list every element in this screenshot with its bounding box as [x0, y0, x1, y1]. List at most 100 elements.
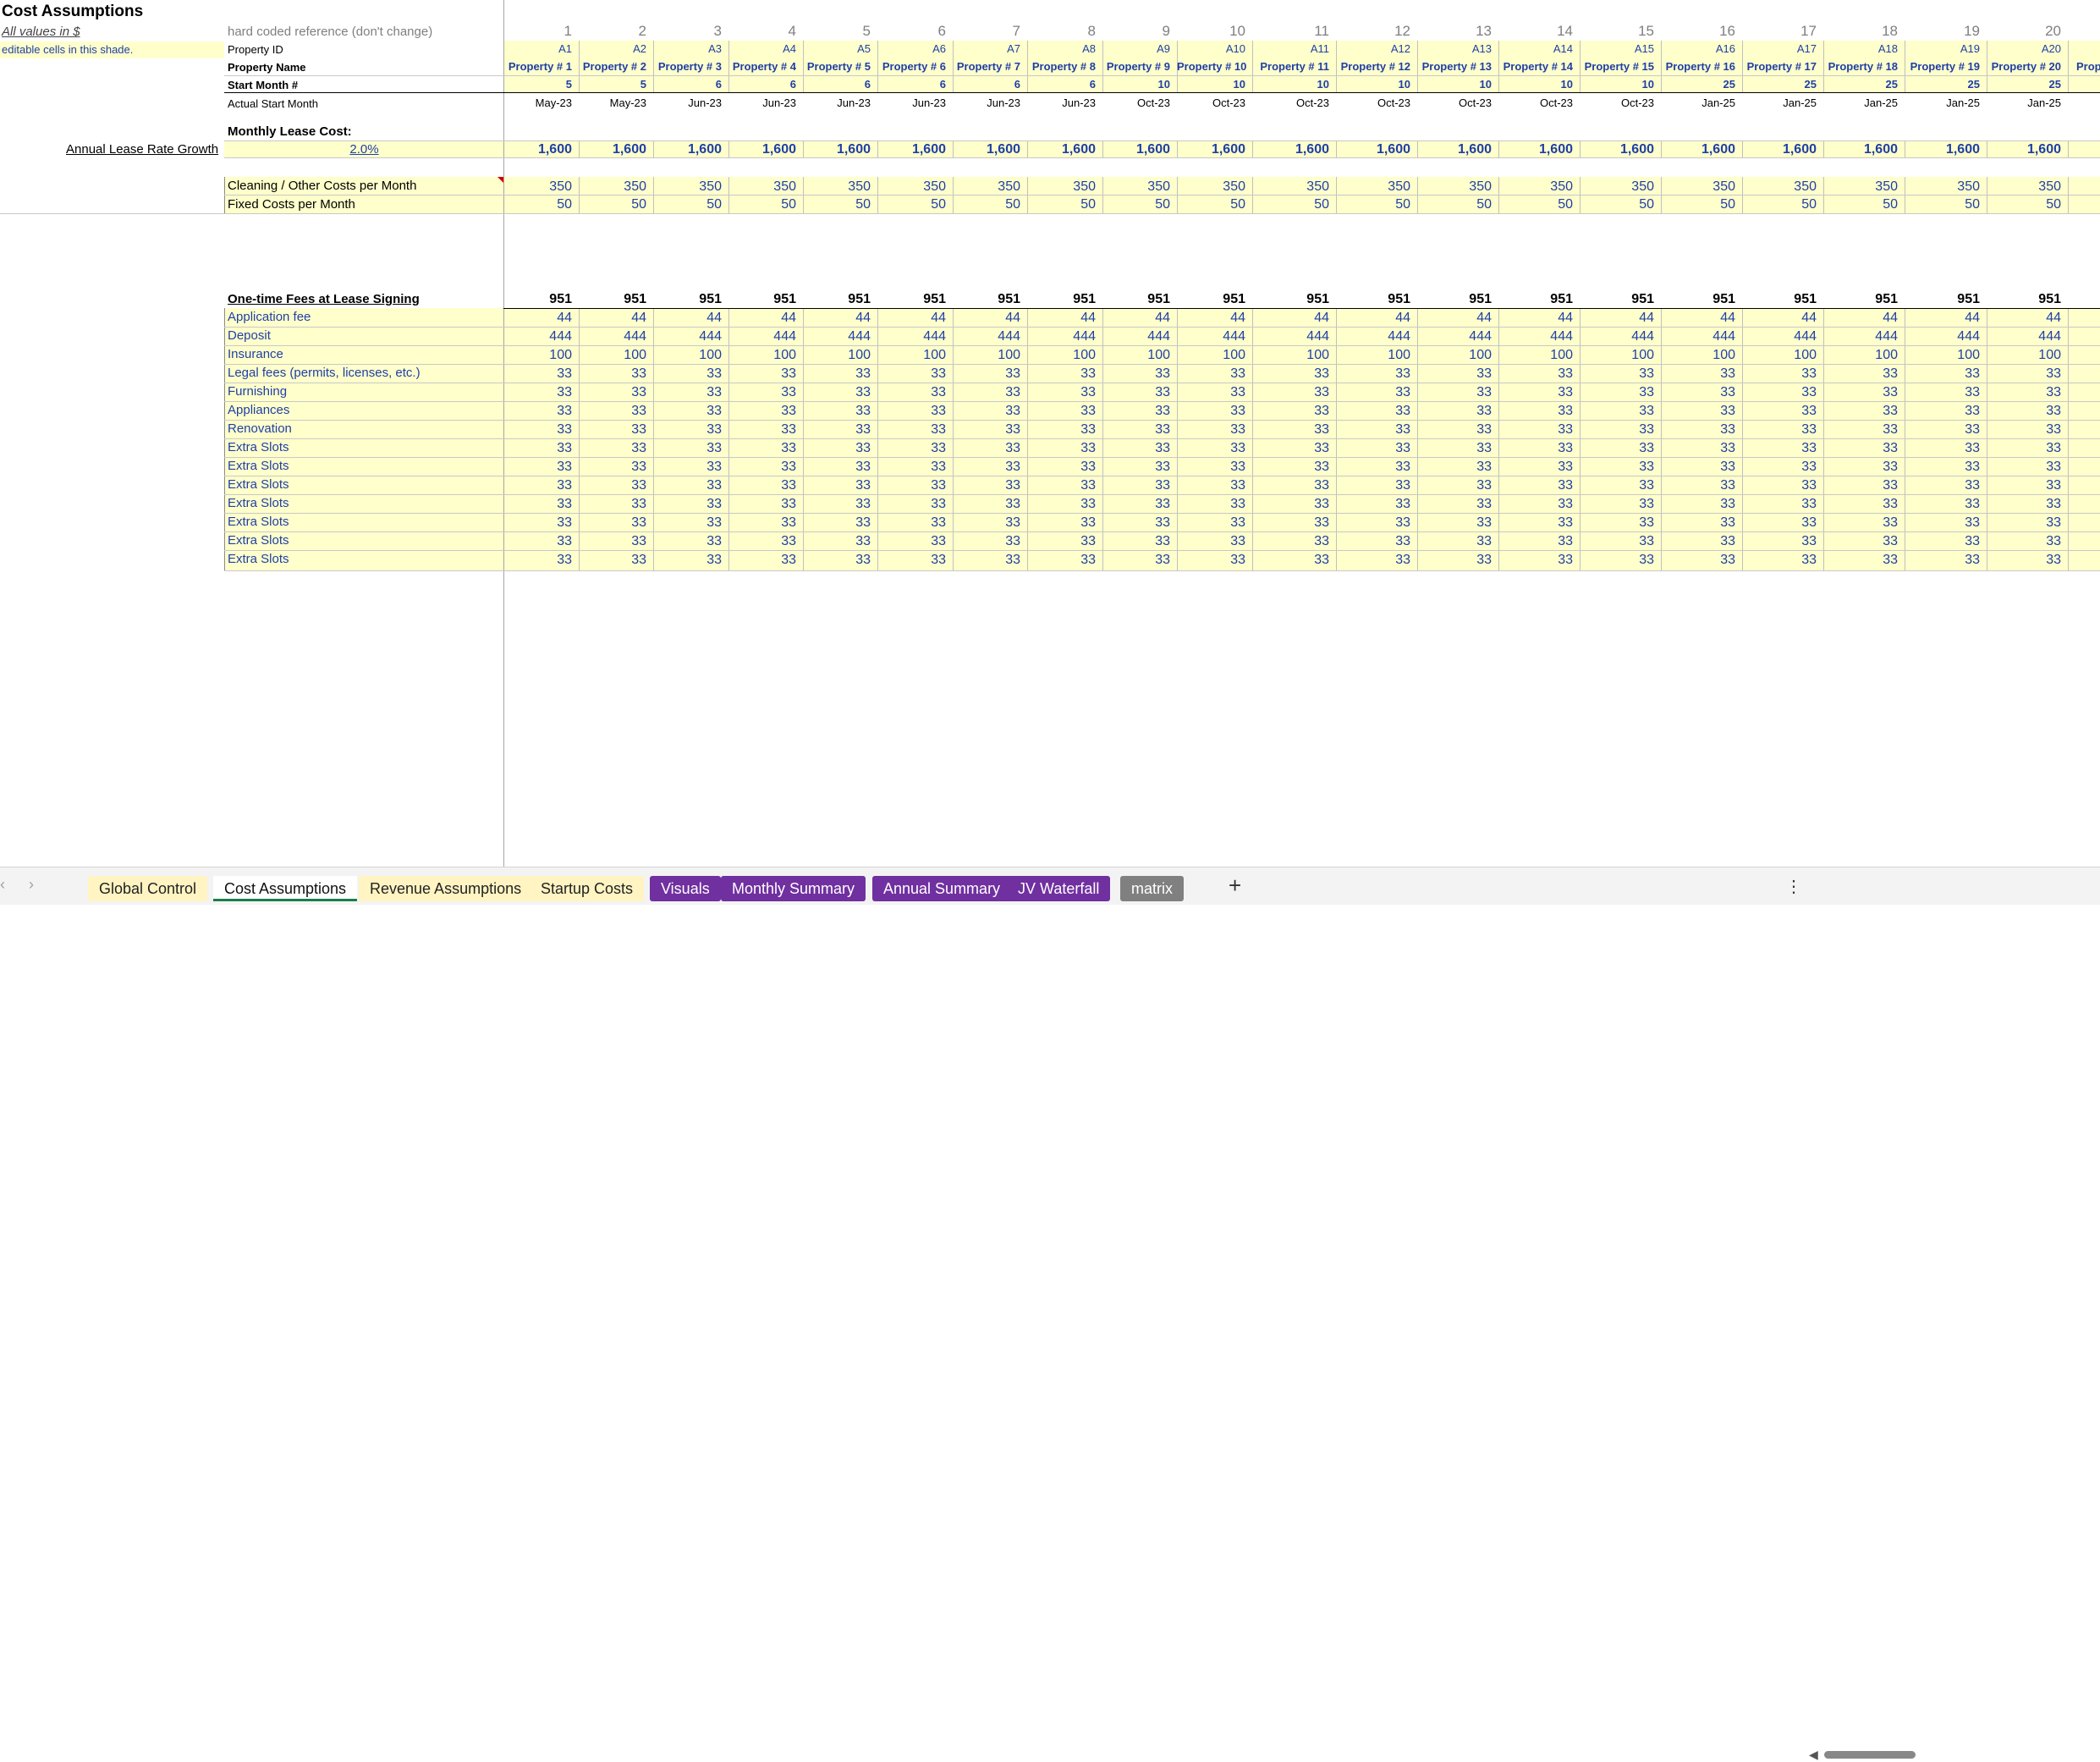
fee-value-cell[interactable]: 33: [953, 514, 1027, 531]
fee-value-cell[interactable]: 33: [1102, 551, 1177, 569]
fixed-cost-cell[interactable]: 50: [1580, 195, 1661, 213]
fee-value-cell[interactable]: 33: [1336, 365, 1417, 383]
fee-value-cell[interactable]: 33: [1580, 439, 1661, 457]
fee-value-cell[interactable]: 33: [653, 476, 728, 494]
fee-value-cell[interactable]: 33: [579, 532, 653, 550]
property-id-cell[interactable]: A2: [579, 41, 653, 58]
property-name-cell[interactable]: Property # 18: [1823, 58, 1905, 75]
fee-value-cell[interactable]: 33: [1498, 365, 1580, 383]
fee-value-cell[interactable]: 33: [1987, 551, 2068, 569]
fee-value-cell[interactable]: 33: [1580, 421, 1661, 438]
property-id-cell[interactable]: A18: [1823, 41, 1905, 58]
fee-value-cell[interactable]: 33: [1661, 365, 1742, 383]
property-name-cell[interactable]: Property # 5: [803, 58, 877, 75]
cleaning-cost-cell[interactable]: 350: [1742, 178, 1823, 195]
fee-value-cell[interactable]: 33: [1742, 495, 1823, 513]
fee-value-cell[interactable]: 33: [877, 421, 953, 438]
cleaning-cost-cell[interactable]: 350: [728, 178, 803, 195]
fee-value-cell[interactable]: 33: [579, 476, 653, 494]
cleaning-cost-cell[interactable]: 350: [653, 178, 728, 195]
fee-value-cell[interactable]: 33: [728, 476, 803, 494]
fee-value-cell[interactable]: 33: [1336, 532, 1417, 550]
fee-value-cell[interactable]: 33: [1661, 458, 1742, 476]
fee-value-cell[interactable]: 33: [1580, 532, 1661, 550]
lease-cost-cell[interactable]: 1,600: [1742, 140, 1823, 159]
fee-value-cell[interactable]: 33: [1177, 532, 1252, 550]
cleaning-cost-cell[interactable]: 350: [1580, 178, 1661, 195]
fee-value-cell[interactable]: 33: [953, 439, 1027, 457]
fee-value-cell[interactable]: 33: [1987, 495, 2068, 513]
fee-value-cell[interactable]: 33: [1102, 476, 1177, 494]
cleaning-cost-cell[interactable]: 350: [1498, 178, 1580, 195]
fixed-cost-cell[interactable]: 50: [1027, 195, 1102, 213]
fee-value-cell[interactable]: 100: [1823, 346, 1905, 364]
fee-value-cell[interactable]: 33: [1177, 551, 1252, 569]
fee-value-cell[interactable]: 33: [1580, 383, 1661, 401]
fee-value-cell[interactable]: 33: [1027, 383, 1102, 401]
fee-value-cell[interactable]: 33: [1027, 402, 1102, 420]
fee-value-cell[interactable]: 100: [653, 346, 728, 364]
fee-value-cell[interactable]: 33: [1823, 421, 1905, 438]
start-month-cell[interactable]: 25: [1742, 76, 1823, 92]
fee-value-cell[interactable]: 33: [1252, 365, 1336, 383]
fee-value-cell[interactable]: 33: [1823, 551, 1905, 569]
fee-value-cell[interactable]: 33: [953, 383, 1027, 401]
fee-value-cell[interactable]: 33: [1336, 439, 1417, 457]
fee-value-cell[interactable]: 33: [1336, 402, 1417, 420]
fee-value-cell[interactable]: 33: [1742, 365, 1823, 383]
fee-value-cell[interactable]: 33: [504, 476, 579, 494]
fee-value-cell[interactable]: 33: [803, 458, 877, 476]
fee-value-cell[interactable]: 33: [728, 439, 803, 457]
fee-value-cell[interactable]: 33: [1823, 514, 1905, 531]
fixed-cost-cell[interactable]: 50: [1742, 195, 1823, 213]
lease-cost-cell[interactable]: 1,600: [1823, 140, 1905, 159]
fee-value-cell[interactable]: 33: [1498, 551, 1580, 569]
fee-value-cell[interactable]: 33: [1417, 439, 1498, 457]
fee-value-cell[interactable]: 33: [1177, 421, 1252, 438]
fee-value-cell[interactable]: 33: [653, 532, 728, 550]
cleaning-cost-cell[interactable]: 350: [1336, 178, 1417, 195]
fee-value-cell[interactable]: 444: [1417, 328, 1498, 345]
fee-value-cell[interactable]: 33: [504, 365, 579, 383]
fee-value-cell[interactable]: 33: [803, 365, 877, 383]
fee-value-cell[interactable]: 33: [1252, 476, 1336, 494]
fee-value-cell[interactable]: 33: [877, 458, 953, 476]
fee-value-cell[interactable]: 33: [803, 514, 877, 531]
fee-value-cell[interactable]: 100: [1177, 346, 1252, 364]
property-name-cell[interactable]: Property # 4: [728, 58, 803, 75]
property-name-cell[interactable]: Property # 13: [1417, 58, 1498, 75]
fee-value-cell[interactable]: 33: [953, 458, 1027, 476]
fee-value-cell[interactable]: 33: [1177, 402, 1252, 420]
fee-value-cell[interactable]: 444: [1336, 328, 1417, 345]
property-id-cell[interactable]: A16: [1661, 41, 1742, 58]
fee-value-cell[interactable]: 100: [1252, 346, 1336, 364]
lease-cost-cell[interactable]: 1,600: [1252, 140, 1336, 159]
fee-value-cell[interactable]: 100: [1498, 346, 1580, 364]
property-id-cell[interactable]: A5: [803, 41, 877, 58]
property-id-cell[interactable]: A15: [1580, 41, 1661, 58]
tab-jv-waterfall[interactable]: JV Waterfall: [1007, 876, 1111, 901]
property-id-cell[interactable]: A9: [1102, 41, 1177, 58]
fee-value-cell[interactable]: 33: [877, 532, 953, 550]
fee-value-cell[interactable]: 33: [1027, 458, 1102, 476]
fee-value-cell[interactable]: 33: [1661, 439, 1742, 457]
fee-value-cell[interactable]: 33: [1177, 383, 1252, 401]
fee-value-cell[interactable]: 444: [504, 328, 579, 345]
fee-value-cell[interactable]: 33: [1987, 421, 2068, 438]
fee-value-cell[interactable]: 33: [1102, 402, 1177, 420]
fee-value-cell[interactable]: 33: [504, 551, 579, 569]
spreadsheet-grid[interactable]: Cost Assumptions All values in $ editabl…: [0, 0, 2100, 867]
fee-value-cell[interactable]: 33: [1027, 551, 1102, 569]
fixed-cost-cell[interactable]: 50: [1498, 195, 1580, 213]
fee-value-cell[interactable]: 33: [803, 532, 877, 550]
property-name-cell[interactable]: Property # 3: [653, 58, 728, 75]
horizontal-scrollbar[interactable]: [1824, 1751, 1916, 1759]
fee-value-cell[interactable]: 33: [579, 383, 653, 401]
lease-cost-cell[interactable]: 1,600: [1498, 140, 1580, 159]
start-month-cell[interactable]: 25: [1987, 76, 2068, 92]
fee-value-cell[interactable]: 33: [1742, 402, 1823, 420]
cleaning-cost-cell[interactable]: 350: [803, 178, 877, 195]
cleaning-cost-cell[interactable]: 350: [1987, 178, 2068, 195]
fee-value-cell[interactable]: 100: [579, 346, 653, 364]
fee-value-cell[interactable]: 33: [579, 402, 653, 420]
